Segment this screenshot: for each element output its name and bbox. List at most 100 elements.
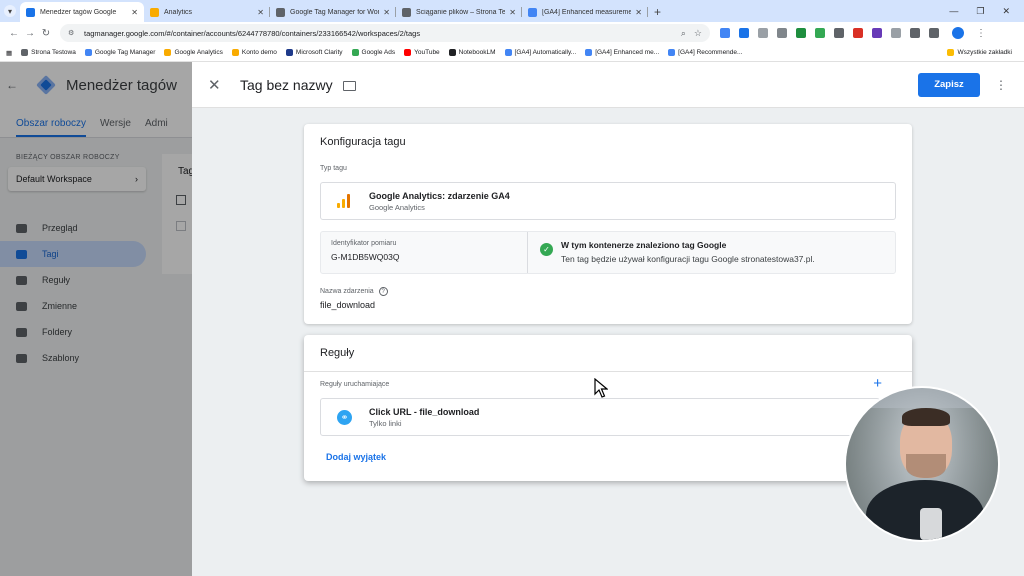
close-tab-icon[interactable]: ✕ (509, 8, 516, 17)
url-text: tagmanager.google.com/#/container/accoun… (84, 28, 421, 38)
forward-icon[interactable]: → (22, 28, 38, 39)
tab-title: Google Tag Manager for Word (290, 8, 380, 16)
bookmark-item[interactable]: [GA4] Enhanced me... (585, 49, 659, 56)
close-icon[interactable]: ✕ (208, 76, 226, 94)
browser-menu-icon[interactable]: ⋮ (973, 28, 989, 39)
bookmark-favicon-icon (21, 49, 29, 56)
bookmark-favicon-icon (448, 49, 456, 56)
divider (304, 371, 912, 372)
bookmark-label: Konto demo (241, 49, 277, 56)
webcam-overlay (846, 388, 998, 540)
extension-icon[interactable] (853, 28, 863, 38)
minimize-icon[interactable]: — (949, 6, 958, 16)
close-tab-icon[interactable]: ✕ (131, 8, 138, 17)
close-tab-icon[interactable]: ✕ (383, 8, 390, 17)
measurement-id-field[interactable]: G-M1DB5WQ03Q (331, 252, 527, 262)
bookmark-favicon-icon (285, 49, 293, 56)
extension-icon[interactable] (758, 28, 768, 38)
event-name-label-row: Nazwa zdarzenia ? (320, 287, 388, 296)
bookmark-item[interactable]: Google Ads (351, 49, 396, 56)
tab-title: Menedżer tagów Google (40, 8, 117, 16)
maximize-icon[interactable]: ❐ (976, 6, 984, 17)
config-heading: Konfiguracja tagu (320, 136, 406, 148)
tab-search-button[interactable]: ▾ (0, 0, 20, 22)
bookmark-label: Google Tag Manager (94, 49, 156, 56)
tag-type-selector[interactable]: Google Analytics: zdarzenie GA4 Google A… (320, 182, 896, 220)
bookmark-label: YouTube (414, 49, 440, 56)
bookmark-item[interactable]: [GA4] Automatically... (504, 49, 576, 56)
rules-heading: Reguły (320, 347, 355, 359)
back-icon[interactable]: ← (6, 28, 22, 39)
apps-icon[interactable]: ▦ (6, 49, 12, 57)
extension-icon[interactable] (777, 28, 787, 38)
new-tab-button[interactable]: + (654, 5, 661, 19)
event-name-field[interactable]: file_download (320, 300, 375, 310)
tab-title: [GA4] Enhanced measurement (542, 8, 632, 16)
browser-tab[interactable]: Menedżer tagów Google ✕ (20, 2, 144, 22)
url-field[interactable]: ⚙ tagmanager.google.com/#/container/acco… (60, 24, 710, 42)
close-tab-icon[interactable]: ✕ (257, 8, 264, 17)
add-trigger-icon[interactable]: + (873, 375, 882, 392)
modal-scrim[interactable] (0, 62, 192, 576)
bookmark-item[interactable]: NotebookLM (448, 49, 496, 56)
bookmark-favicon-icon (404, 49, 412, 56)
tag-name-field[interactable]: Tag bez nazwy (240, 77, 333, 93)
bookmark-label: Google Ads (361, 49, 396, 56)
profile-avatar[interactable] (952, 27, 964, 39)
reload-icon[interactable]: ↻ (38, 28, 54, 39)
close-window-icon[interactable]: ✕ (1002, 6, 1010, 17)
address-bar-row: ← → ↻ ⚙ tagmanager.google.com/#/containe… (0, 22, 1024, 44)
bookmark-item[interactable]: Microsoft Clarity (285, 49, 343, 56)
tag-type-sub: Google Analytics (369, 202, 425, 212)
browser-tab[interactable]: Ściąganie plików – Strona Testo ✕ (396, 2, 522, 22)
tab-title: Analytics (164, 8, 193, 16)
add-exception-button[interactable]: Dodaj wyjątek (326, 452, 386, 462)
bookmark-item[interactable]: Google Analytics (164, 49, 223, 56)
extension-icon[interactable] (910, 28, 920, 38)
bookmark-label: [GA4] Enhanced me... (595, 49, 660, 56)
browser-tab-bar: ▾ Menedżer tagów Google ✕ Analytics ✕ Google… (0, 0, 1024, 22)
puzzle-icon[interactable] (929, 28, 939, 38)
bookmark-item[interactable]: Konto demo (231, 49, 277, 56)
filter-extension-icon[interactable] (720, 28, 730, 38)
tag-type-name: Google Analytics: zdarzenie GA4 (369, 190, 510, 201)
bookmark-favicon-icon (164, 49, 172, 56)
help-icon[interactable]: ? (378, 287, 388, 296)
bookmark-label: NotebookLM (458, 49, 496, 56)
firing-triggers-label: Reguły uruchamiające (320, 381, 390, 388)
site-info-icon[interactable]: ⚙ (68, 29, 78, 37)
bookmark-item[interactable]: Strona Testowa (21, 49, 76, 56)
trigger-sub: Tylko linki (369, 418, 402, 428)
more-options-icon[interactable]: ⋮ (994, 78, 1008, 92)
zoom-icon[interactable]: ⌕ (681, 28, 686, 39)
tag-configuration-card[interactable]: Konfiguracja tagu Typ tagu Google Analyt… (304, 124, 912, 324)
google-tag-found-title: W tym kontenerze znaleziono tag Google (561, 240, 727, 250)
extension-icon[interactable] (872, 28, 882, 38)
bookmark-item[interactable]: [GA4] Recommende... (668, 49, 742, 56)
editor-header: ✕ Tag bez nazwy Zapisz ⋮ (192, 62, 1024, 108)
close-tab-icon[interactable]: ✕ (635, 8, 642, 17)
extension-icon[interactable] (796, 28, 806, 38)
bookmark-favicon-icon (668, 49, 676, 56)
bookmark-star-icon[interactable]: ☆ (694, 28, 702, 39)
bookmark-label: Microsoft Clarity (295, 49, 343, 56)
extension-icon[interactable] (815, 28, 825, 38)
bookmark-item[interactable]: YouTube (404, 49, 440, 56)
folder-icon[interactable] (342, 80, 356, 91)
extension-icon[interactable] (891, 28, 901, 38)
all-bookmarks-button[interactable]: Wszystkie zakładki (947, 49, 1012, 56)
measurement-id-box: Identyfikator pomiaru G-M1DB5WQ03Q ✓ W t… (320, 231, 896, 274)
save-button[interactable]: Zapisz (918, 72, 980, 97)
tag-extension-icon[interactable] (739, 28, 749, 38)
bookmark-favicon-icon (351, 49, 359, 56)
browser-tab[interactable]: Google Tag Manager for Word ✕ (270, 2, 396, 22)
event-name-label: Nazwa zdarzenia (320, 288, 374, 295)
tab-favicon-icon (276, 7, 285, 17)
bookmark-item[interactable]: Google Tag Manager (84, 49, 156, 56)
extension-icon[interactable] (834, 28, 844, 38)
browser-tab[interactable]: Analytics ✕ (144, 2, 270, 22)
tag-type-label: Typ tagu (320, 165, 347, 172)
tab-favicon-icon (402, 7, 411, 17)
trigger-row[interactable]: ⚭ Click URL - file_download Tylko linki (320, 398, 880, 436)
browser-tab[interactable]: [GA4] Enhanced measurement ✕ (522, 2, 648, 22)
